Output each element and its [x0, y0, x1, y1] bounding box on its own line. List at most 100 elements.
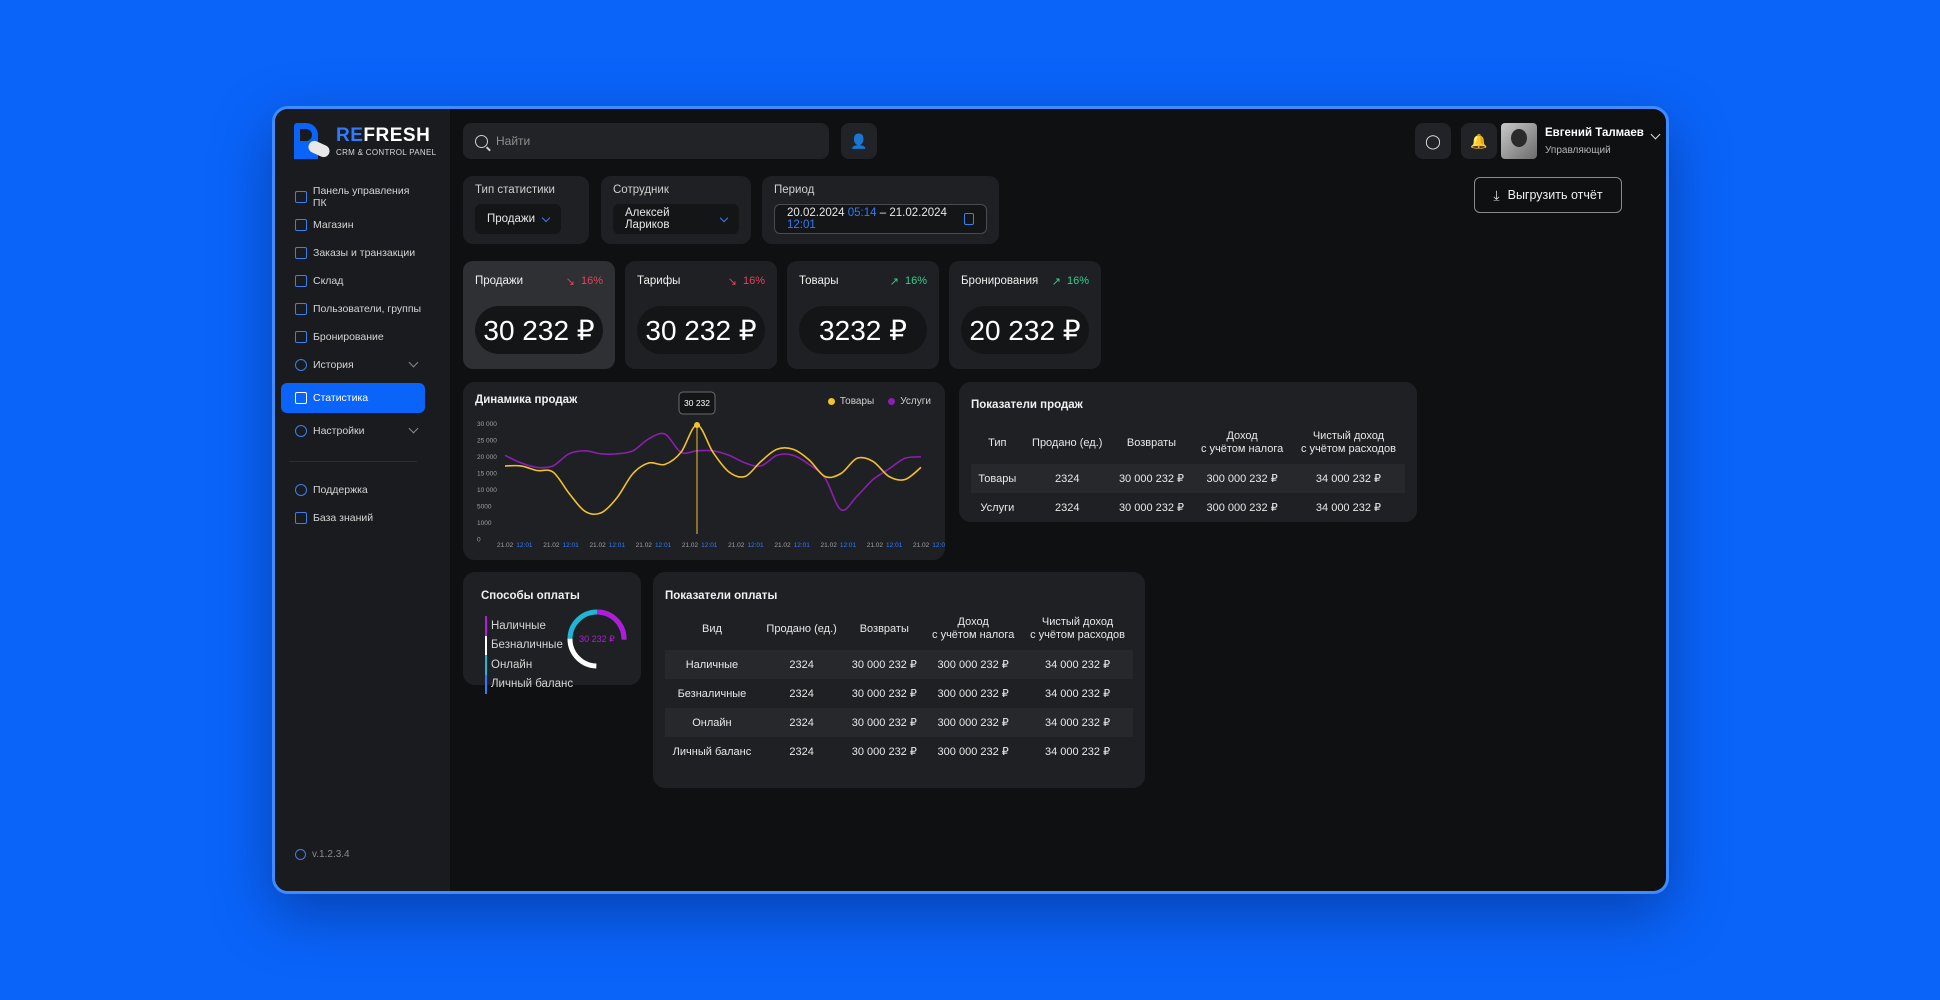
kpi-value: 30 232 ₽ — [637, 306, 765, 354]
table-header-cell: Доход с учётом налога — [1200, 430, 1284, 455]
download-icon: ⤓ — [1493, 186, 1500, 203]
sidebar: REFRESH CRM & CONTROL PANEL Панель управ… — [275, 109, 450, 891]
book-icon — [295, 512, 307, 524]
table-cell: 300 000 232 ₽ — [937, 746, 1009, 758]
y-tick-label: 1000 — [477, 520, 492, 527]
version-info: v.1.2.3.4 — [295, 849, 350, 860]
table-header-cell: Чистый доход с учётом расходов — [1300, 430, 1396, 455]
sidebar-item-knowledge-base[interactable]: База знаний — [281, 504, 425, 532]
kpi-delta: ↘ 16% — [565, 275, 603, 288]
payment-method-item: Наличные — [485, 616, 573, 636]
grid-icon — [295, 191, 307, 203]
export-report-button[interactable]: ⤓ Выгрузить отчёт — [1474, 177, 1622, 213]
payment-methods-panel: Способы оплаты Наличные Безналичные Онла… — [463, 572, 641, 694]
table-row[interactable]: Услуги 2324 30 000 232 ₽ 300 000 232 ₽ 34 00… — [971, 493, 1405, 522]
table-cell: 34 000 232 ₽ — [1315, 502, 1382, 514]
kpi-value: 20 232 ₽ — [961, 306, 1089, 354]
chevron-down-icon — [408, 423, 419, 434]
table-cell: 34 000 232 ₽ — [1022, 708, 1133, 737]
kpi-card-sales[interactable]: Продажи ↘ 16% 30 232 ₽ — [463, 261, 615, 369]
add-user-icon: 👤 — [850, 132, 868, 149]
payment-method-item: Безналичные — [485, 635, 573, 655]
sidebar-item-history[interactable]: История — [281, 351, 425, 379]
chat-button[interactable]: ◯ — [1415, 123, 1451, 159]
line-chart-svg[interactable]: 30 00025 00020 00015 00010 0005000100002… — [463, 382, 945, 560]
table-header-cell: Возвраты — [1126, 436, 1177, 449]
add-user-button[interactable]: 👤 — [841, 123, 877, 159]
table-cell: 300 000 232 ₽ — [1192, 464, 1292, 493]
bar-chart-icon — [295, 392, 307, 404]
kpi-delta: ↘ 16% — [727, 275, 765, 288]
series-line-services[interactable] — [504, 432, 922, 512]
table-row[interactable]: Товары 2324 30 000 232 ₽300 000 232 ₽34 00… — [971, 464, 1405, 493]
table-row[interactable]: Безналичные 2324 30 000 232 ₽ 300 000 232 ₽… — [665, 679, 1133, 708]
table-row[interactable]: Наличные 2324 30 000 232 ₽300 000 232 ₽34 … — [665, 650, 1133, 679]
notifications-button[interactable]: 🔔 — [1461, 123, 1497, 159]
y-tick-label: 5000 — [477, 504, 492, 511]
payment-indicators-panel: Показатели оплаты Вид Продано (ед.) Возвра… — [653, 572, 1145, 788]
table-cell: 300 000 232 ₽ — [1206, 502, 1278, 514]
search-input[interactable]: Найти — [463, 123, 829, 159]
headset-icon — [295, 484, 307, 496]
table-header-row: Тип Продано (ед.) Возвраты Доход с учётом на… — [971, 422, 1405, 464]
payment-method-item: Онлайн — [485, 655, 573, 675]
payment-table-title: Показатели оплаты — [665, 590, 778, 602]
sales-table-title: Показатели продаж — [971, 399, 1083, 411]
trend-up-icon: ↗ — [1051, 276, 1061, 288]
logo-title: REFRESH — [336, 124, 431, 146]
y-tick-label: 0 — [477, 537, 481, 544]
y-tick-label: 20 000 — [477, 454, 497, 461]
table-cell: 30 000 232 ₽ — [1110, 464, 1193, 493]
series-line-goods[interactable] — [504, 424, 922, 516]
kpi-card-goods[interactable]: Товары ↗ 16% 3232 ₽ — [787, 261, 939, 369]
table-cell: 2324 — [758, 650, 845, 679]
sidebar-item-statistics[interactable]: Статистика — [281, 383, 425, 413]
tooltip-value: 30 232 — [684, 398, 710, 408]
payment-methods-list: Наличные Безналичные Онлайн Личный балан… — [485, 616, 573, 694]
trend-up-icon: ↗ — [889, 276, 899, 288]
table-cell: 2324 — [758, 708, 845, 737]
table-cell: Товары — [971, 464, 1024, 493]
kpi-delta: ↗ 16% — [889, 275, 927, 288]
kpi-card-tariffs[interactable]: Тарифы ↘ 16% 30 232 ₽ — [625, 261, 777, 369]
employee-select[interactable]: Алексей Лариков — [613, 204, 739, 234]
table-row[interactable]: Онлайн 2324 30 000 232 ₽300 000 232 ₽34 00… — [665, 708, 1133, 737]
x-tick-label: 21.0212:01 — [774, 542, 810, 549]
sidebar-item-pc-panel[interactable]: Панель управления ПК — [281, 183, 425, 211]
sidebar-item-warehouse[interactable]: Склад — [281, 267, 425, 295]
table-cell: 34 000 232 ₽ — [1022, 650, 1133, 679]
logo[interactable]: REFRESH CRM & CONTROL PANEL — [294, 123, 436, 160]
chat-icon: ◯ — [1425, 132, 1441, 149]
trend-down-icon: ↘ — [727, 276, 737, 288]
donut-total: 30 232 ₽ — [579, 634, 615, 644]
data-point-peak[interactable] — [694, 422, 700, 429]
table-cell: 30 000 232 ₽ — [851, 688, 917, 700]
table-cell: Безналичные — [677, 687, 747, 700]
period-date-range[interactable]: 20.02.2024 05:14 – 21.02.2024 12:01 — [774, 204, 987, 234]
table-header-cell: Продано (ед.) — [766, 622, 837, 635]
stat-type-select[interactable]: Продажи — [475, 204, 562, 234]
payment-donut-chart: 30 232 ₽ — [567, 609, 627, 669]
table-cell: Личный баланс — [672, 745, 752, 758]
table-cell: 2324 — [1023, 464, 1111, 493]
kpi-value: 30 232 ₽ — [475, 306, 603, 354]
table-cell: 34 000 232 ₽ — [1291, 464, 1405, 493]
table-cell: 34 000 232 ₽ — [1044, 746, 1111, 758]
sidebar-item-users[interactable]: Пользователи, группы — [281, 295, 425, 323]
table-row[interactable]: Личный баланс 2324 30 000 232 ₽ 300 000 232… — [665, 737, 1133, 766]
x-tick-label: 21.0212:01 — [728, 542, 764, 549]
sidebar-item-support[interactable]: Поддержка — [281, 476, 425, 504]
x-tick-label: 21.0212:01 — [497, 542, 533, 549]
payment-methods-title: Способы оплаты — [481, 590, 580, 602]
sidebar-item-settings[interactable]: Настройки — [281, 417, 425, 445]
chevron-down-icon — [541, 213, 551, 222]
user-menu[interactable]: Евгений Талмаев Управляющий — [1501, 123, 1661, 159]
table-cell: Онлайн — [665, 708, 759, 737]
x-tick-label: 21.0212:01 — [682, 542, 718, 549]
warehouse-icon — [295, 275, 307, 287]
app-window: REFRESH CRM & CONTROL PANEL Панель управ… — [272, 106, 1669, 894]
sidebar-item-shop[interactable]: Магазин — [281, 211, 425, 239]
sidebar-item-booking[interactable]: Бронирование — [281, 323, 425, 351]
kpi-card-bookings[interactable]: Бронирования ↗ 16% 20 232 ₽ — [949, 261, 1101, 369]
sidebar-item-orders[interactable]: Заказы и транзакции — [281, 239, 425, 267]
